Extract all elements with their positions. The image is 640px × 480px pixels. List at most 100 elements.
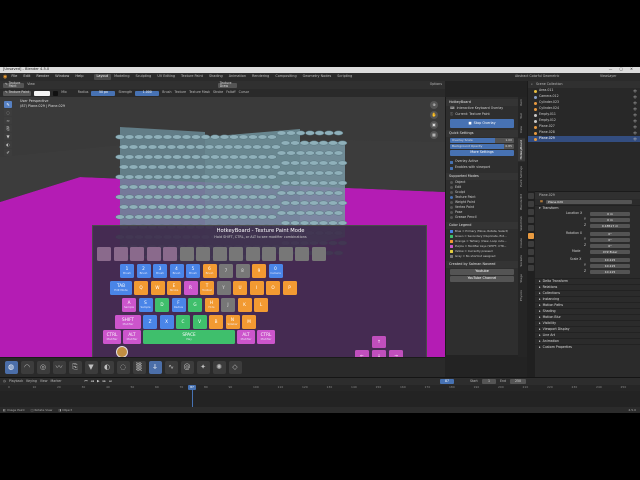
key-d[interactable]: D [155, 298, 169, 312]
sidebar-tab-paint-settings[interactable]: Paint Settings [518, 164, 525, 189]
brush-draw-icon[interactable]: ◍ [4, 361, 18, 374]
sidebar-tab-stage[interactable]: Stage [518, 272, 525, 285]
supported-modes-section[interactable]: Supported Modes [446, 173, 518, 180]
key-v[interactable]: V [192, 315, 207, 329]
key-h[interactable]: H Hide [204, 298, 219, 312]
menu-item-edit[interactable]: Edit [23, 75, 30, 79]
brush-stroke-icon[interactable]: ∿ [164, 361, 178, 374]
view-layer-selector[interactable]: ViewLayer [600, 74, 616, 78]
background-opacity-slider[interactable]: Background Opacity 0.85 [450, 144, 514, 149]
key-m[interactable]: M [242, 315, 256, 329]
rotation-z-field[interactable]: 0° [590, 243, 630, 249]
brush-soften-icon[interactable]: ◌ [116, 361, 130, 374]
sidebar-tab-tool[interactable]: Tool [518, 111, 525, 121]
key-shift[interactable]: SHIFT Modifier [115, 315, 141, 329]
clock-icon[interactable]: ◷ [3, 379, 6, 383]
draw-tool-icon[interactable]: ✎ [4, 101, 12, 108]
key-a[interactable]: A Sample [122, 298, 136, 312]
key-l[interactable]: L [254, 298, 268, 312]
blend-mode[interactable]: Mix [61, 91, 67, 94]
brush-selector[interactable]: Texture Draw [217, 81, 237, 88]
color-swatch[interactable] [34, 90, 51, 96]
key-blank[interactable] [97, 247, 111, 261]
color-legend-section[interactable]: Color Legend [446, 222, 518, 229]
key-blank[interactable] [163, 247, 177, 261]
material-tab-icon[interactable] [528, 257, 534, 263]
key-g[interactable]: G [188, 298, 202, 312]
pan-hand-icon[interactable]: ✋ [430, 111, 438, 119]
sidebar-tab-sockets[interactable]: Sockets [518, 253, 525, 269]
workspace-tab-scripting[interactable]: Scripting [334, 74, 355, 79]
visibility-eye-icon[interactable]: 👁 [633, 95, 637, 99]
key-ctrl[interactable]: CTRL Modifier [103, 330, 121, 344]
strength-field[interactable]: 1.000 [135, 90, 160, 96]
camera-view-icon[interactable]: ▣ [430, 121, 438, 129]
key-blank[interactable] [245, 247, 260, 261]
brush-preview[interactable]: ✎ Texture Paint [3, 90, 32, 96]
workspace-tab-layout[interactable]: Layout [93, 74, 112, 80]
key-blank[interactable] [179, 247, 194, 261]
key-n[interactable]: N Sidebar [225, 315, 240, 329]
key-space[interactable]: SPACE Play [143, 330, 235, 344]
visibility-eye-icon[interactable]: 👁 [633, 107, 637, 111]
workspace-tab-sculpting[interactable]: Sculpting [133, 74, 155, 79]
modifier-tab-icon[interactable] [528, 241, 534, 247]
sidebar-tab-create[interactable]: Create [518, 236, 525, 250]
credits-section[interactable]: Created by Salman Naveed [446, 261, 518, 268]
key-blank[interactable] [212, 247, 227, 261]
physics-tab-icon[interactable] [528, 249, 534, 255]
key-u[interactable]: U [233, 281, 247, 295]
brush-mask-icon[interactable]: ◐ [100, 361, 114, 374]
brush-erase-icon[interactable]: ◇ [228, 361, 242, 374]
workspace-tab-compositing[interactable]: Compositing [272, 74, 299, 79]
outliner-item[interactable]: Plane.029 👁 [528, 136, 640, 142]
key-7[interactable]: 7 [219, 264, 233, 278]
jump-start-icon[interactable]: ⏮ [85, 379, 88, 383]
jump-end-icon[interactable]: ⏭ [109, 379, 112, 383]
more-settings-button[interactable]: More Settings [450, 150, 514, 156]
grid-icon[interactable]: ▦ [430, 131, 438, 139]
stop-overlay-button[interactable]: ■ Stop Overlay [450, 119, 514, 128]
visibility-eye-icon[interactable]: 👁 [633, 101, 637, 105]
key-c[interactable]: C [176, 315, 190, 329]
brush-airbrush-icon[interactable]: ◠ [20, 361, 34, 374]
key-e[interactable]: E Stroke [167, 281, 181, 295]
secondary-color[interactable] [53, 90, 59, 96]
timeline-menu-playback[interactable]: Playback [9, 379, 23, 383]
sidebar-tab-blenderkit[interactable]: BlenderKit [518, 192, 525, 212]
filter-icon[interactable]: ⌕ [531, 82, 533, 87]
brush-stamp-icon[interactable]: ✦ [196, 361, 210, 374]
key-x[interactable]: X [159, 315, 174, 329]
options-menu[interactable]: Options [430, 83, 442, 86]
menu-item-help[interactable]: Help [75, 75, 83, 79]
workspace-tab-animation[interactable]: Animation [226, 74, 249, 79]
property-section[interactable]: ▸ Custom Properties [528, 344, 640, 350]
visibility-eye-icon[interactable]: 👁 [633, 137, 637, 141]
key-9[interactable]: 9 [252, 264, 266, 278]
brush-swirl-icon[interactable]: @ [180, 361, 194, 374]
start-frame-field[interactable]: 1 [482, 379, 496, 384]
youtube-channel-button[interactable]: YouTube Channel [450, 276, 514, 282]
key-blank[interactable] [295, 247, 309, 261]
annotate-tool-icon[interactable]: ✐ [4, 149, 12, 156]
workspace-tab-modeling[interactable]: Modeling [111, 74, 132, 79]
key-5[interactable]: 5 Brush [186, 264, 200, 278]
prev-key-icon[interactable]: ◂◂ [91, 379, 94, 383]
key-tab[interactable]: TAB Edit Mode [110, 281, 132, 295]
key-0[interactable]: 0 Camera [268, 264, 283, 278]
sidebar-tab-item[interactable]: Item [518, 97, 525, 108]
visibility-eye-icon[interactable]: 👁 [633, 131, 637, 135]
blender-logo-icon[interactable]: ◉ [3, 74, 7, 80]
3d-viewport[interactable]: User Perspective (87) Plane.029 | Plane.… [0, 97, 445, 387]
texture-menu[interactable]: Texture [174, 91, 186, 94]
workspace-tab-texture-paint[interactable]: Texture Paint [178, 74, 206, 79]
smear-tool-icon[interactable]: ≈ [4, 117, 12, 124]
zoom-icon[interactable]: ⊕ [430, 101, 438, 109]
key-3[interactable]: 3 Brush [153, 264, 167, 278]
panel-header[interactable]: HotkeyBoard [446, 99, 518, 106]
key-w[interactable]: W [150, 281, 165, 295]
world-tab-icon[interactable] [528, 225, 534, 231]
play-icon[interactable]: ▶ [97, 379, 100, 383]
view-menu[interactable]: View [27, 83, 35, 86]
menu-item-render[interactable]: Render [36, 75, 49, 79]
